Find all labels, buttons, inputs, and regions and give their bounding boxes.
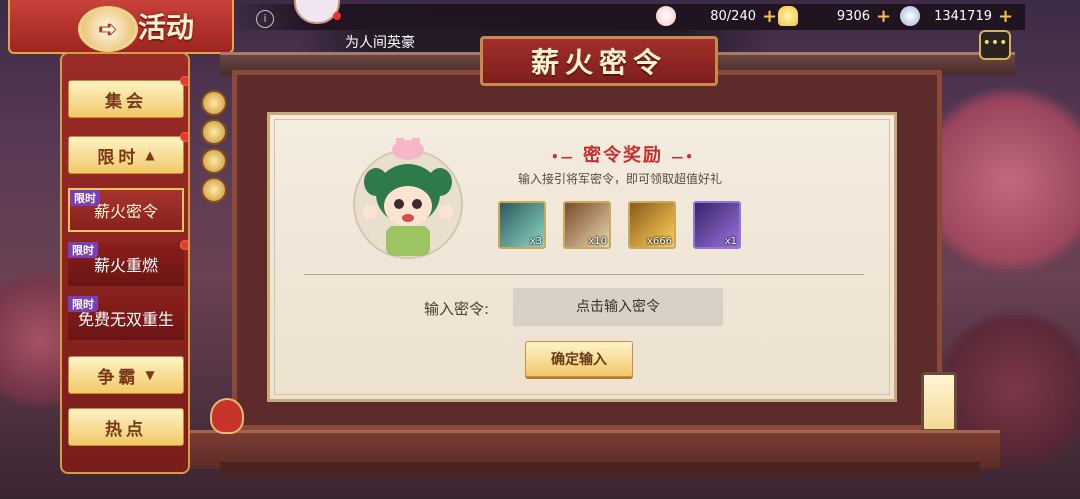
- reward-items: x3 x10 x666 x1: [498, 201, 741, 249]
- gold-value: 9306: [836, 8, 870, 24]
- confirm-button[interactable]: 确定输入: [525, 341, 633, 377]
- sidebar-item-label: 限时: [97, 147, 140, 168]
- sidebar-item-spark-rekindle[interactable]: 限时 薪火重燃: [68, 242, 184, 286]
- reward-title: •— 密令奖励 —•: [548, 141, 698, 167]
- decor-dots: —•: [671, 150, 695, 164]
- code-input[interactable]: [513, 288, 723, 326]
- sidebar-item-hotspot[interactable]: 热点: [68, 408, 184, 446]
- code-input-label: 输入密令:: [424, 300, 490, 318]
- lucky-bag-icon: [210, 398, 244, 434]
- chat-bubble-icon: •••: [982, 35, 1008, 51]
- stage-base-lower: [220, 462, 980, 478]
- coin-icon: [201, 148, 227, 174]
- page-title: 活动: [138, 11, 195, 44]
- item-quantity: x10: [588, 236, 607, 247]
- add-gold-button[interactable]: +: [876, 6, 891, 27]
- reward-item[interactable]: x666: [628, 201, 676, 249]
- reward-title-text: 密令奖励: [583, 145, 663, 166]
- item-quantity: x3: [529, 236, 542, 247]
- stamina-value: 80/240: [710, 8, 756, 24]
- sidebar-item-label: 争霸: [97, 367, 140, 388]
- panel-title: 薪火密令: [480, 36, 718, 86]
- chat-button[interactable]: •••: [979, 30, 1011, 60]
- back-arrow-icon: ➪: [97, 15, 119, 43]
- limited-tag: 限时: [68, 242, 98, 258]
- avatar-notification-dot: [333, 12, 341, 20]
- limited-tag: 限时: [70, 190, 100, 206]
- silver-value: 1341719: [934, 8, 992, 24]
- sidebar-item-limited[interactable]: 限时 ▲: [68, 136, 184, 174]
- peach-bun-icon: [656, 6, 676, 26]
- add-stamina-button[interactable]: +: [762, 6, 777, 27]
- notification-dot: [180, 76, 188, 86]
- gold-ingot-icon: [778, 6, 798, 26]
- divider: [304, 274, 864, 275]
- notification-dot: [180, 132, 188, 142]
- coin-icon: [201, 90, 227, 116]
- activity-sidebar: 集会 限时 ▲ 限时 薪火密令 限时 薪火重燃 限时 免费无双重生 争霸 ▼ 热…: [60, 52, 190, 474]
- resource-gold: 9306 +: [778, 6, 891, 27]
- sidebar-item-label: 薪火重燃: [93, 256, 158, 275]
- chevron-down-icon: ▼: [145, 368, 155, 382]
- sidebar-item-label: 集会: [105, 91, 147, 112]
- sidebar-item-gathering[interactable]: 集会: [68, 80, 184, 118]
- silver-coin-icon: [900, 6, 920, 26]
- sidebar-item-label: 薪火密令: [93, 202, 158, 221]
- add-silver-button[interactable]: +: [998, 6, 1013, 27]
- item-quantity: x1: [724, 236, 737, 247]
- lantern-decoration: [921, 372, 957, 432]
- sidebar-item-free-rebirth[interactable]: 限时 免费无双重生: [68, 296, 184, 340]
- resource-silver: 1341719 +: [900, 6, 1013, 27]
- coin-string-decoration: [201, 90, 227, 206]
- sidebar-item-contest[interactable]: 争霸 ▼: [68, 356, 184, 394]
- sidebar-item-label: 热点: [105, 419, 147, 440]
- coin-icon: [201, 119, 227, 145]
- item-quantity: x666: [646, 236, 672, 247]
- reward-item[interactable]: x1: [693, 201, 741, 249]
- limited-tag: 限时: [68, 296, 98, 312]
- coin-icon: [201, 177, 227, 203]
- chevron-up-icon: ▲: [145, 148, 155, 162]
- back-button[interactable]: ➪: [78, 6, 138, 52]
- resource-stamina: 80/240 +: [656, 6, 777, 27]
- info-icon[interactable]: i: [256, 10, 274, 28]
- reward-item[interactable]: x10: [563, 201, 611, 249]
- reward-subtitle: 输入接引将军密令，即可领取超值好礼: [517, 172, 722, 186]
- background-blossom: [920, 80, 1080, 280]
- sidebar-item-spark-code[interactable]: 限时 薪火密令: [68, 188, 184, 232]
- notification-dot: [180, 240, 188, 250]
- mascot-character: [353, 138, 463, 259]
- decor-dots: •—: [551, 150, 575, 164]
- reward-item[interactable]: x3: [498, 201, 546, 249]
